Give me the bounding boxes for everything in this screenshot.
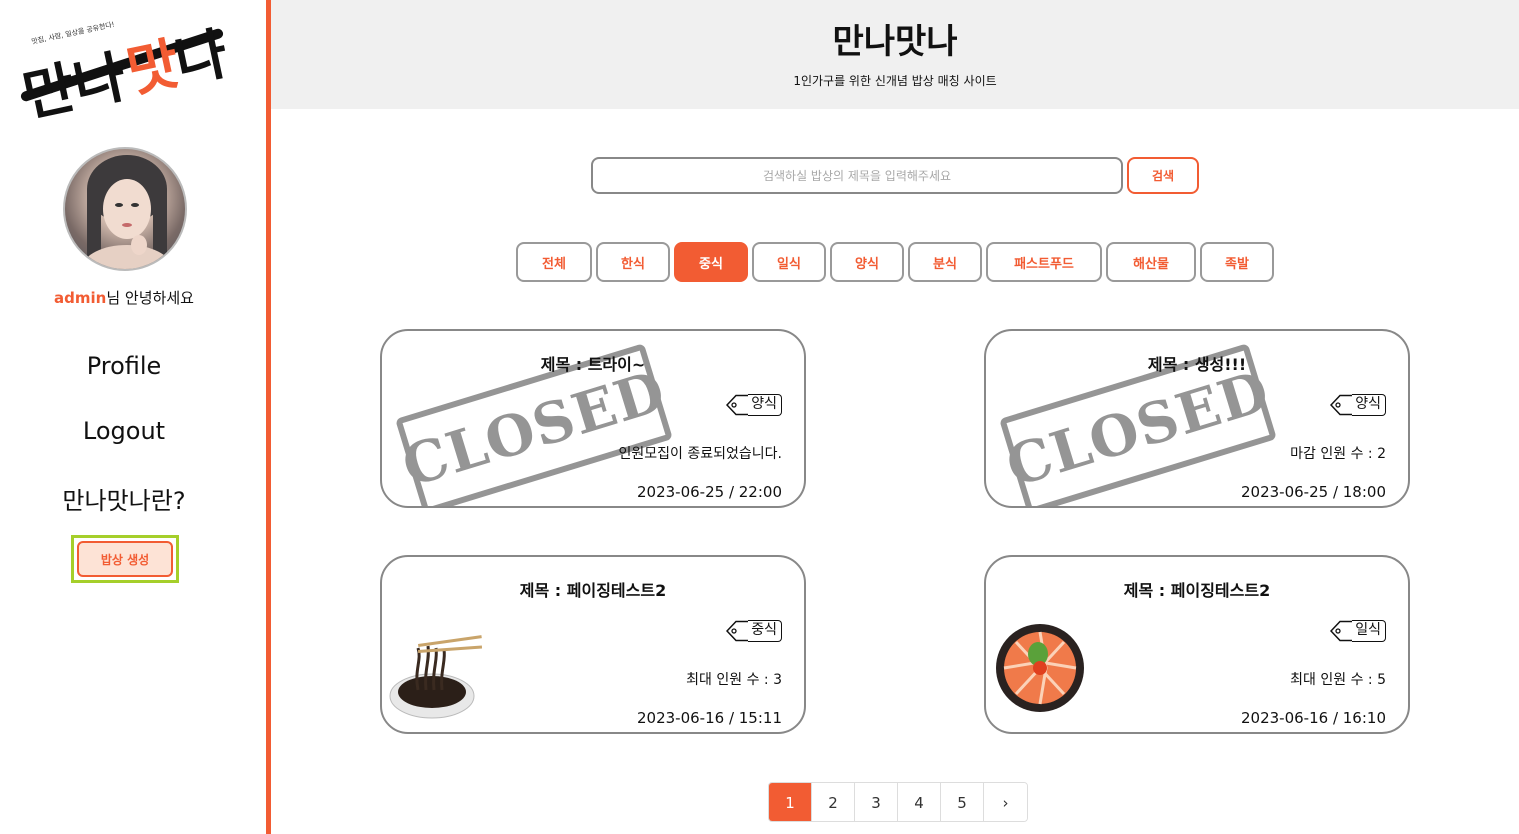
category-japanese[interactable]: 일식: [752, 242, 826, 282]
category-tag: 중식: [726, 619, 782, 643]
tag-icon: [1330, 394, 1353, 416]
tag-icon: [726, 620, 749, 642]
category-chinese[interactable]: 중식: [674, 242, 748, 282]
create-table-button[interactable]: 밥상 생성: [77, 541, 173, 577]
table-card[interactable]: CLOSED 제목 : 트라이~ 양식 인원모집이 종료되었습니다. 2023-…: [380, 329, 806, 508]
tag-label: 양식: [1352, 394, 1386, 416]
page-3-button[interactable]: 3: [855, 783, 898, 821]
tag-icon: [1330, 620, 1353, 642]
salmon-bowl-image: [994, 622, 1086, 714]
card-date: 2023-06-16 / 16:10: [1241, 709, 1386, 727]
card-member-count: 최대 인원 수 : 5: [1290, 672, 1386, 688]
card-date: 2023-06-25 / 22:00: [637, 483, 782, 501]
category-western[interactable]: 양식: [830, 242, 904, 282]
card-title: 제목 : 트라이~: [540, 355, 646, 374]
card-date: 2023-06-25 / 18:00: [1241, 483, 1386, 501]
nav-profile-link[interactable]: Profile: [0, 352, 248, 380]
category-tag: 양식: [1330, 393, 1386, 417]
card-date: 2023-06-16 / 15:11: [637, 709, 782, 727]
jjajangmyeon-image: [388, 630, 484, 726]
card-member-count: 마감 인원 수 : 2: [1290, 446, 1386, 462]
tag-label: 일식: [1352, 620, 1386, 642]
tag-icon: [726, 394, 749, 416]
tag-label: 양식: [748, 394, 782, 416]
logo[interactable]: 맛집, 사람, 일상을 공유한다! 만나 맛 나: [12, 12, 234, 132]
username: admin: [54, 289, 107, 307]
sidebar-divider: [266, 0, 271, 834]
sidebar: 맛집, 사람, 일상을 공유한다! 만나 맛 나 admin님 안녕하세요 Pr…: [0, 0, 266, 834]
category-snack[interactable]: 분식: [908, 242, 982, 282]
card-status: 인원모집이 종료되었습니다.: [618, 446, 782, 462]
greeting-text: 님 안녕하세요: [106, 289, 194, 307]
page-5-button[interactable]: 5: [941, 783, 984, 821]
page-header: 만나맛나 1인가구를 위한 신개념 밥상 매칭 사이트: [271, 0, 1519, 109]
category-jokbal[interactable]: 족발: [1200, 242, 1274, 282]
logo-text-a: 만나: [17, 45, 131, 130]
logo-tagline: 맛집, 사람, 일상을 공유한다!: [31, 20, 116, 46]
card-title: 제목 : 생성!!!: [1147, 355, 1247, 374]
logo-graphic: 맛집, 사람, 일상을 공유한다! 만나 맛 나: [17, 20, 233, 130]
greeting: admin님 안녕하세요: [0, 287, 248, 308]
nav-logout-link[interactable]: Logout: [0, 417, 248, 445]
tag-label: 중식: [748, 620, 782, 642]
page-1-button[interactable]: 1: [769, 783, 812, 821]
page-2-button[interactable]: 2: [812, 783, 855, 821]
card-title: 제목 : 페이징테스트2: [1123, 581, 1271, 600]
pagination: 1 2 3 4 5 ›: [768, 782, 1028, 822]
nav-about-link[interactable]: 만나맛나란?: [0, 481, 248, 516]
category-all[interactable]: 전체: [516, 242, 592, 282]
category-tag: 양식: [726, 393, 782, 417]
card-title: 제목 : 페이징테스트2: [519, 581, 667, 600]
page-subtitle: 1인가구를 위한 신개념 밥상 매칭 사이트: [793, 74, 997, 88]
search-input[interactable]: [591, 157, 1123, 194]
page-title: 만나맛나: [832, 22, 958, 62]
table-card[interactable]: 제목 : 페이징테스트2 일식 최대 인원 수 : 5 2023-06-16 /…: [984, 555, 1410, 734]
page-4-button[interactable]: 4: [898, 783, 941, 821]
search-button[interactable]: 검색: [1127, 157, 1199, 194]
category-tag: 일식: [1330, 619, 1386, 643]
category-fastfood[interactable]: 패스트푸드: [986, 242, 1102, 282]
category-korean[interactable]: 한식: [596, 242, 670, 282]
create-button-highlight: 밥상 생성: [71, 535, 179, 583]
category-seafood[interactable]: 해산물: [1106, 242, 1196, 282]
card-member-count: 최대 인원 수 : 3: [686, 672, 782, 688]
avatar: [63, 147, 187, 271]
table-card[interactable]: CLOSED 제목 : 생성!!! 양식 마감 인원 수 : 2 2023-06…: [984, 329, 1410, 508]
table-card[interactable]: 제목 : 페이징테스트2 중식 최대 인원 수 : 3 2023-06-16 /…: [380, 555, 806, 734]
next-page-button[interactable]: ›: [984, 783, 1027, 821]
